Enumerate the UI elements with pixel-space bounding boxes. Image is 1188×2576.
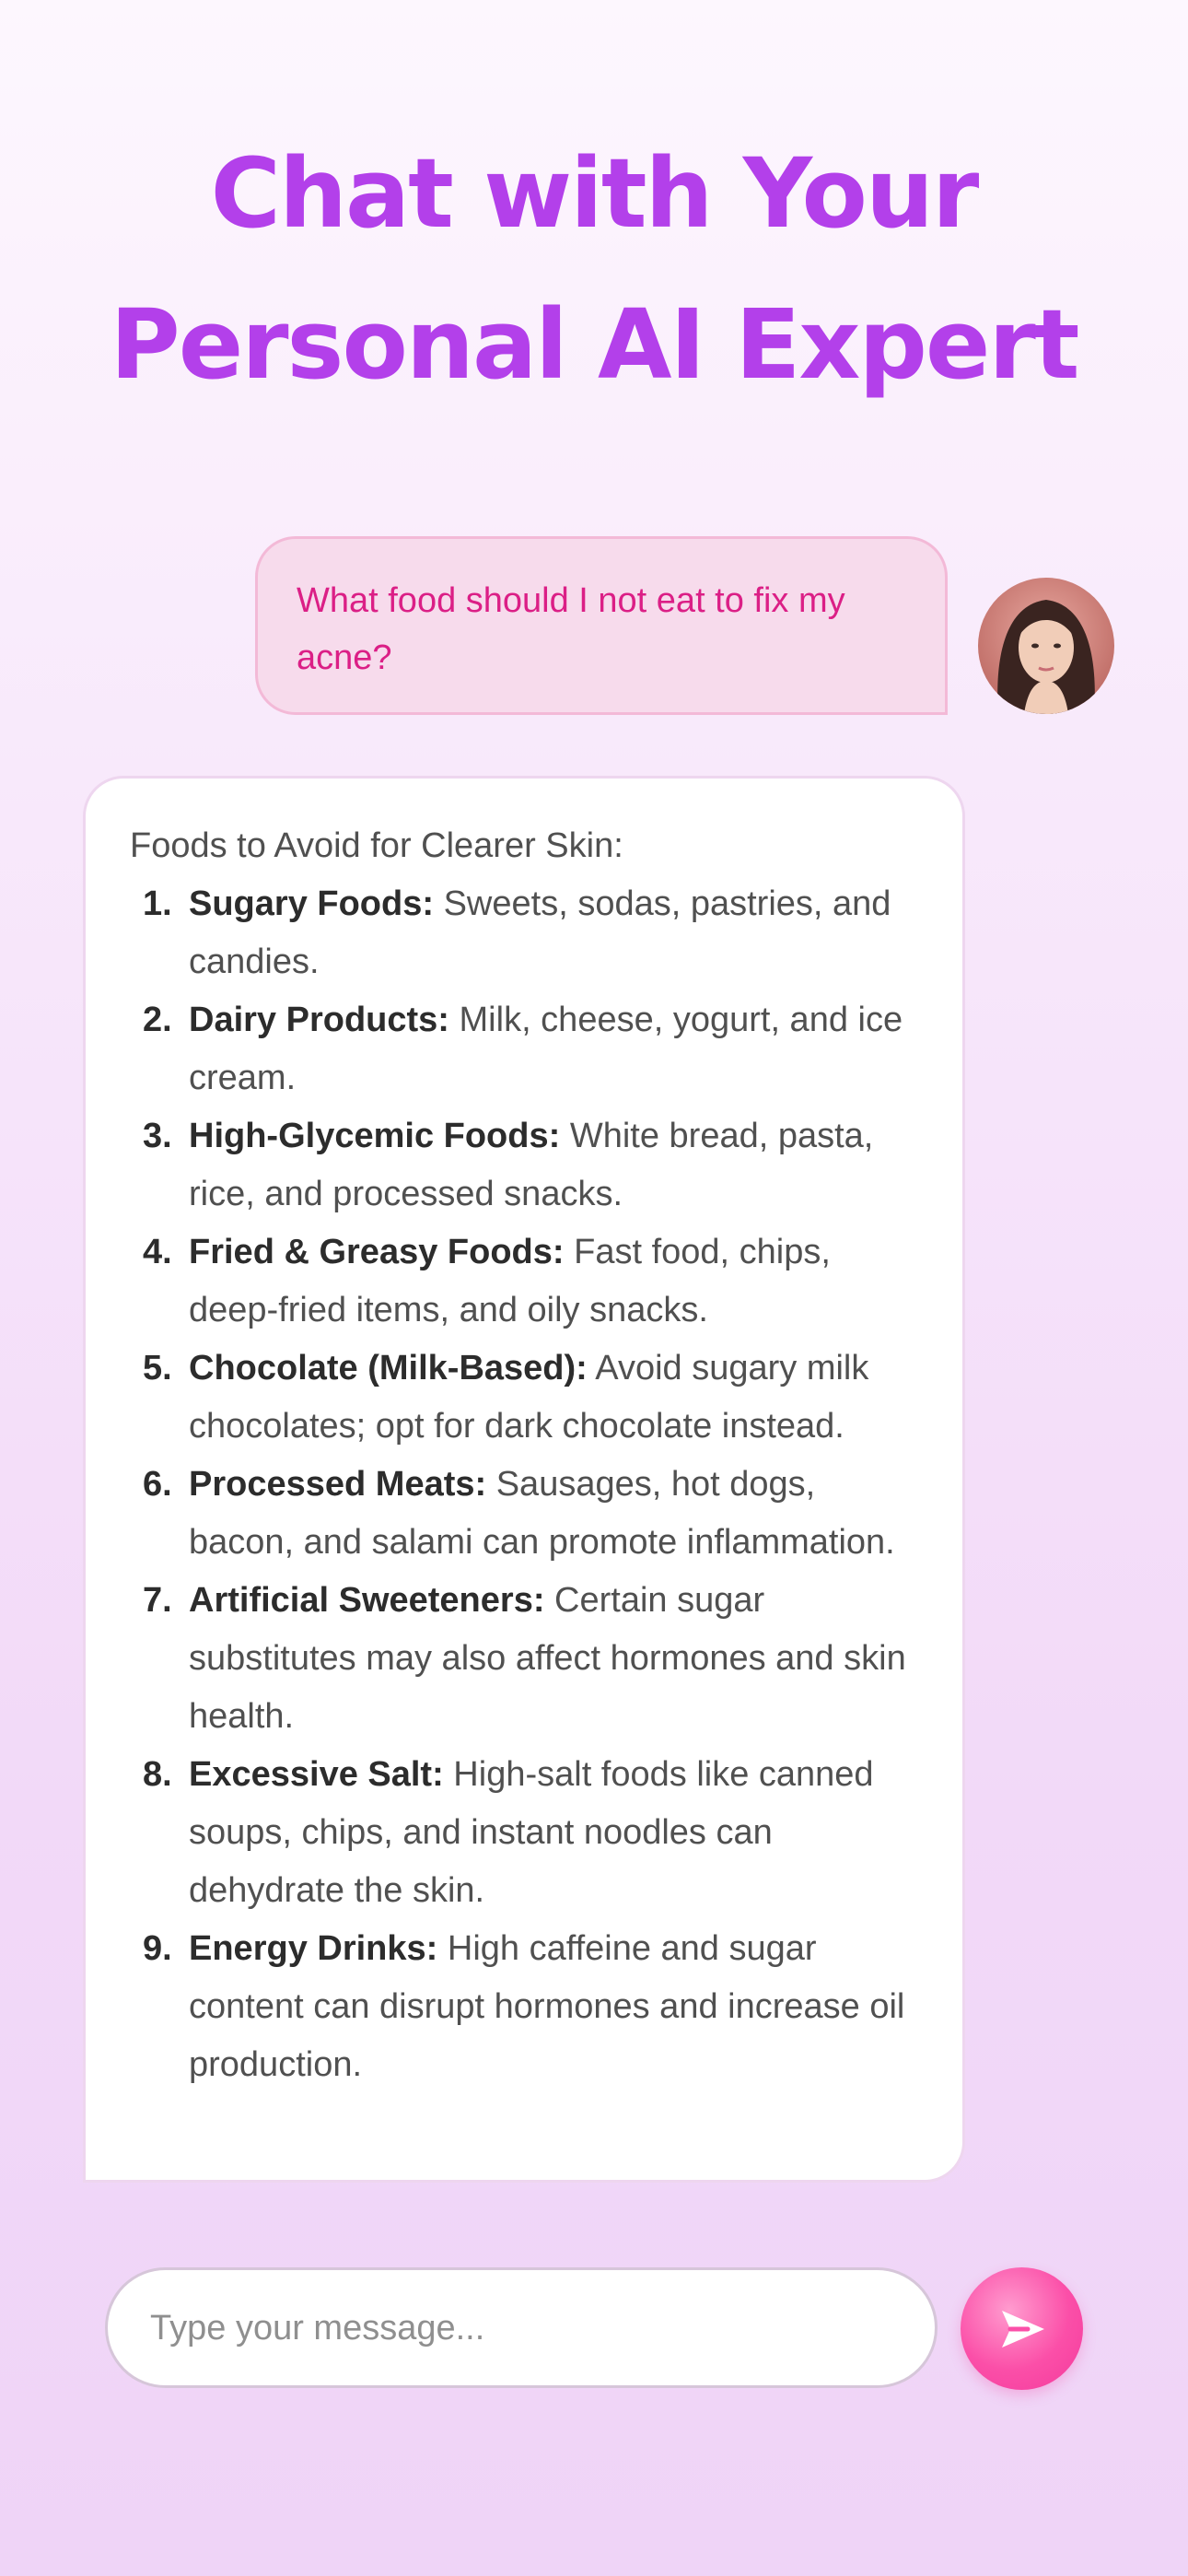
list-item-number: 6.: [143, 1465, 172, 1504]
user-avatar: [978, 578, 1114, 714]
list-item: 1. Sugary Foods: Sweets, sodas, pastries,…: [130, 875, 926, 991]
message-composer: [105, 2267, 938, 2388]
send-button[interactable]: [961, 2267, 1083, 2390]
list-item: 9. Energy Drinks: High caffeine and sugar…: [130, 1920, 926, 2094]
list-item-title: Fried & Greasy Foods:: [189, 1233, 565, 1271]
list-item-number: 4.: [143, 1233, 172, 1271]
list-item-number: 5.: [143, 1349, 172, 1388]
list-item: 5. Chocolate (Milk-Based): Avoid sugary m…: [130, 1340, 926, 1456]
list-item-title: Dairy Products:: [189, 1001, 449, 1039]
list-item-number: 3.: [143, 1117, 172, 1155]
list-item-title: Artificial Sweeteners:: [189, 1581, 545, 1620]
list-item-number: 9.: [143, 1929, 172, 1968]
list-item: 8. Excessive Salt: High-salt foods like c…: [130, 1746, 926, 1920]
user-message-text: What food should I not eat to fix my acn…: [297, 581, 845, 677]
list-item: 4. Fried & Greasy Foods: Fast food, chips…: [130, 1224, 926, 1340]
send-icon: [1001, 2310, 1044, 2348]
list-item-number: 7.: [143, 1581, 172, 1620]
avoid-foods-list: 1. Sugary Foods: Sweets, sodas, pastries,…: [130, 875, 926, 2094]
list-item: 3. High-Glycemic Foods: White bread, past…: [130, 1107, 926, 1224]
list-item-number: 8.: [143, 1755, 172, 1794]
list-item: 6. Processed Meats: Sausages, hot dogs, b…: [130, 1456, 926, 1572]
ai-response-bubble: Foods to Avoid for Clearer Skin: 1. Sugar…: [83, 776, 965, 2183]
ai-response-intro: Foods to Avoid for Clearer Skin:: [130, 826, 623, 865]
list-item-title: Energy Drinks:: [189, 1929, 438, 1968]
list-item-number: 2.: [143, 1001, 172, 1039]
list-item-title: Sugary Foods:: [189, 884, 435, 923]
avatar-photo-icon: [978, 578, 1114, 714]
list-item-title: Excessive Salt:: [189, 1755, 444, 1794]
list-item-title: High-Glycemic Foods:: [189, 1117, 561, 1155]
page-title-line-2: Personal AI Expert: [110, 288, 1080, 401]
message-input[interactable]: [148, 2270, 889, 2387]
page-title-line-1: Chat with Your: [210, 137, 980, 250]
list-item-title: Processed Meats:: [189, 1465, 487, 1504]
list-item-number: 1.: [143, 884, 172, 923]
list-item-title: Chocolate (Milk-Based):: [189, 1349, 588, 1388]
page-title: Chat with Your Personal AI Expert: [0, 118, 1188, 420]
list-item: 7. Artificial Sweeteners: Certain sugar s…: [130, 1572, 926, 1746]
list-item: 2. Dairy Products: Milk, cheese, yogurt, …: [130, 991, 926, 1107]
user-message-bubble: What food should I not eat to fix my acn…: [255, 536, 948, 715]
